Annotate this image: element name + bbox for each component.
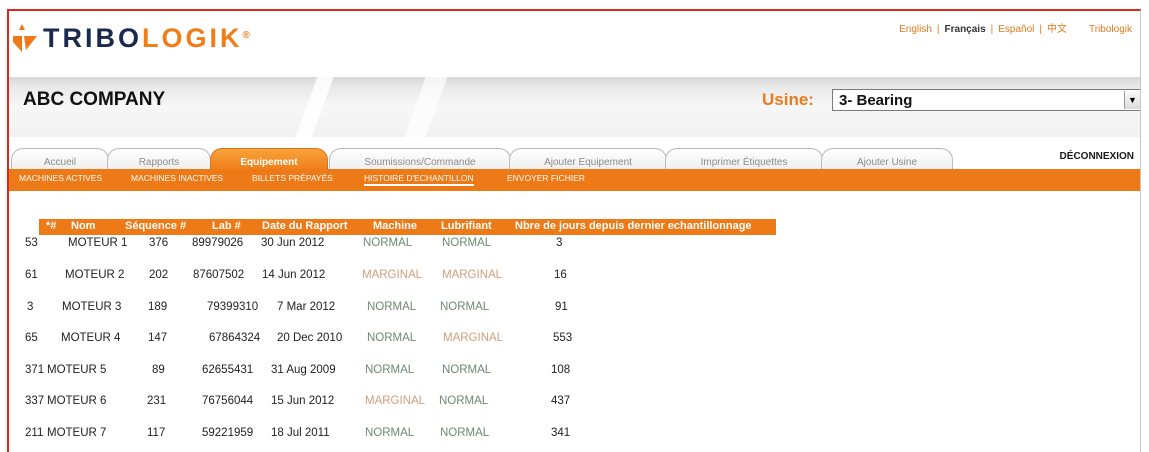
table-row[interactable]: 53 MOTEUR 1 376 89979026 30 Jun 2012 NOR… [9, 237, 809, 253]
table-row[interactable]: 3 MOTEUR 3 189 79399310 7 Mar 2012 NORMA… [9, 301, 809, 317]
cell-date: 18 Jul 2011 [271, 427, 330, 439]
table-row[interactable]: 65 MOTEUR 4 147 67864324 20 Dec 2010 NOR… [9, 332, 809, 348]
header-num[interactable]: *# [46, 220, 56, 232]
sub-navigation: MACHINES ACTIVES MACHINES INACTIVES BILL… [9, 169, 1140, 191]
cell-days: 3 [556, 237, 563, 249]
subnav-envoyer-fichier[interactable]: ENVOYER FICHIER [507, 173, 585, 183]
cell-num: 53 [25, 237, 38, 249]
table-row[interactable]: 211 MOTEUR 7 117 59221959 18 Jul 2011 NO… [9, 427, 809, 443]
cell-date: 30 Jun 2012 [261, 237, 325, 249]
lang-espanol[interactable]: Español [998, 24, 1034, 35]
cell-machine-status: MARGINAL [362, 269, 423, 281]
brand-logo[interactable]: TRIBOLOGIK® [13, 23, 250, 53]
cell-lubrifiant-status: NORMAL [442, 364, 492, 376]
cell-nom[interactable]: MOTEUR 3 [62, 301, 121, 313]
header-date[interactable]: Date du Rapport [262, 220, 348, 232]
flame-icon [13, 24, 37, 52]
cell-nom[interactable]: MOTEUR 5 [47, 364, 106, 376]
cell-num: 65 [25, 332, 38, 344]
cell-days: 341 [551, 427, 571, 439]
cell-sequence: 117 [147, 427, 166, 439]
lang-francais[interactable]: Français [945, 24, 986, 35]
cell-num: 371 [25, 364, 45, 376]
cell-sequence: 89 [152, 364, 165, 376]
cell-machine-status: NORMAL [367, 301, 417, 313]
usine-select[interactable]: 3- Bearing ▼ [832, 89, 1140, 111]
cell-lab[interactable]: 76756044 [202, 395, 253, 407]
lang-chinese[interactable]: 中文 [1047, 20, 1067, 35]
cell-date: 7 Mar 2012 [277, 301, 336, 313]
brand-part2: LOGIK [142, 23, 243, 53]
company-name: ABC COMPANY [23, 89, 166, 110]
brand-wordmark: TRIBOLOGIK® [43, 23, 250, 53]
cell-date: 20 Dec 2010 [277, 332, 343, 344]
cell-lab[interactable]: 67864324 [209, 332, 260, 344]
brand-part1: TRIBO [43, 23, 142, 53]
header-lubrifiant[interactable]: Lubrifiant [441, 220, 492, 232]
cell-num: 61 [25, 269, 38, 281]
cell-lab[interactable]: 79399310 [207, 301, 258, 313]
usine-selected-value: 3- Bearing [839, 92, 913, 109]
chevron-down-icon[interactable]: ▼ [1124, 91, 1140, 109]
cell-lubrifiant-status: MARGINAL [443, 332, 504, 344]
cell-lubrifiant-status: MARGINAL [442, 269, 503, 281]
cell-nom[interactable]: MOTEUR 4 [61, 332, 120, 344]
cell-days: 108 [551, 364, 571, 376]
subnav-billets-prepayes[interactable]: BILLETS PRÉPAYÉS [252, 173, 333, 183]
lang-english[interactable]: English [899, 24, 932, 35]
language-switcher: English | Français | Español | 中文 Tribologik [899, 20, 1132, 35]
header-nom[interactable]: Nom [71, 220, 95, 232]
cell-lab[interactable]: 87607502 [193, 269, 244, 281]
header-days[interactable]: Nbre de jours depuis dernier echantillon… [515, 220, 752, 232]
cell-lubrifiant-status: NORMAL [442, 237, 492, 249]
cell-machine-status: MARGINAL [365, 395, 426, 407]
table-row[interactable]: 61 MOTEUR 2 202 87607502 14 Jun 2012 MAR… [9, 269, 809, 285]
registered-mark: ® [242, 30, 250, 41]
cell-sequence: 376 [149, 237, 169, 249]
cell-machine-status: NORMAL [365, 364, 415, 376]
cell-nom[interactable]: MOTEUR 6 [47, 395, 106, 407]
cell-lubrifiant-status: NORMAL [439, 395, 489, 407]
cell-machine-status: NORMAL [365, 427, 415, 439]
cell-date: 31 Aug 2009 [271, 364, 336, 376]
cell-lab[interactable]: 89979026 [192, 237, 243, 249]
logout-link[interactable]: DÉCONNEXION [1060, 151, 1134, 162]
cell-days: 553 [553, 332, 573, 344]
cell-num: 337 [25, 395, 45, 407]
cell-date: 15 Jun 2012 [271, 395, 335, 407]
cell-machine-status: NORMAL [363, 237, 413, 249]
header-machine[interactable]: Machine [373, 220, 417, 232]
subnav-machines-actives[interactable]: MACHINES ACTIVES [19, 173, 102, 183]
cell-lubrifiant-status: NORMAL [440, 427, 490, 439]
cell-lab[interactable]: 59221959 [202, 427, 253, 439]
cell-sequence: 147 [148, 332, 168, 344]
cell-nom[interactable]: MOTEUR 2 [65, 269, 124, 281]
subnav-machines-inactives[interactable]: MACHINES INACTIVES [131, 173, 223, 183]
cell-date: 14 Jun 2012 [262, 269, 326, 281]
cell-lubrifiant-status: NORMAL [440, 301, 490, 313]
cell-sequence: 231 [147, 395, 167, 407]
table-header: *# Nom Séquence # Lab # Date du Rapport … [39, 219, 776, 235]
header-lab[interactable]: Lab # [212, 220, 241, 232]
app-frame: TRIBOLOGIK® English | Français | Español | 中文 T… [7, 9, 1141, 452]
cell-lab[interactable]: 62655431 [202, 364, 253, 376]
cell-sequence: 189 [148, 301, 168, 313]
usine-label: Usine: [762, 90, 814, 109]
cell-days: 91 [555, 301, 568, 313]
cell-num: 3 [27, 301, 34, 313]
subnav-histoire-echantillon[interactable]: HISTOIRE D'ECHANTILLON [364, 173, 474, 186]
cell-days: 16 [554, 269, 567, 281]
header-sequence[interactable]: Séquence # [125, 220, 186, 232]
tribologik-link[interactable]: Tribologik [1089, 24, 1132, 35]
table-row[interactable]: 337 MOTEUR 6 231 76756044 15 Jun 2012 MA… [9, 395, 809, 411]
cell-machine-status: NORMAL [367, 332, 417, 344]
cell-days: 437 [551, 395, 571, 407]
cell-num: 211 [25, 427, 44, 439]
cell-nom[interactable]: MOTEUR 7 [47, 427, 106, 439]
table-row[interactable]: 371 MOTEUR 5 89 62655431 31 Aug 2009 NOR… [9, 364, 809, 380]
cell-sequence: 202 [149, 269, 169, 281]
cell-nom[interactable]: MOTEUR 1 [68, 237, 127, 249]
